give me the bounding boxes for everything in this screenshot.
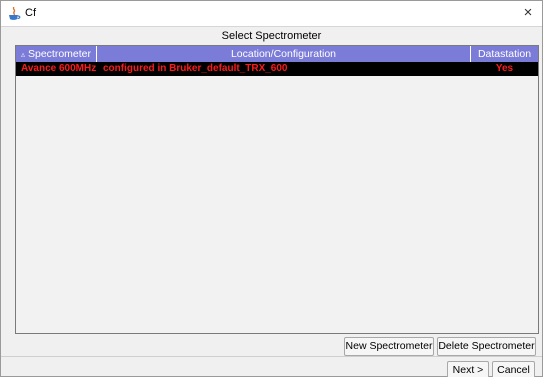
column-header-label: Location/Configuration <box>230 48 337 60</box>
next-button[interactable]: Next > <box>447 361 489 377</box>
window-title: Cf <box>25 7 36 19</box>
dialog-header: Select Spectrometer <box>1 26 542 46</box>
column-header-location[interactable]: Location/Configuration <box>97 46 471 62</box>
delete-spectrometer-button[interactable]: Delete Spectrometer <box>437 337 536 356</box>
spectrometer-table[interactable]: ▵ Spectrometer Location/Configuration Dat… <box>15 45 539 334</box>
sort-ascending-icon: ▵ <box>20 50 25 59</box>
table-row[interactable]: Avance 600MHz configured in Bruker_defau… <box>16 62 538 76</box>
table-header: ▵ Spectrometer Location/Configuration Dat… <box>16 46 538 62</box>
title-bar: Cf × <box>1 1 542 26</box>
dialog-heading: Select Spectrometer <box>221 30 322 42</box>
close-button[interactable]: × <box>520 4 536 22</box>
cancel-button[interactable]: Cancel <box>492 361 535 377</box>
cell-location: configured in Bruker_default_TRX_600 <box>103 63 288 74</box>
column-header-datastation[interactable]: Datastation <box>471 46 538 62</box>
column-header-label: Datastation <box>477 48 532 60</box>
select-spectrometer-dialog: Cf × Select Spectrometer ▵ Spectrometer L… <box>0 0 543 377</box>
new-spectrometer-button[interactable]: New Spectrometer <box>344 337 434 356</box>
column-header-label: Spectrometer <box>27 48 92 60</box>
footer-divider <box>1 356 542 357</box>
column-header-spectrometer[interactable]: ▵ Spectrometer <box>16 46 97 62</box>
cell-spectrometer: Avance 600MHz <box>21 63 97 74</box>
java-cup-icon <box>8 6 21 21</box>
cell-datastation: Yes <box>495 63 514 74</box>
